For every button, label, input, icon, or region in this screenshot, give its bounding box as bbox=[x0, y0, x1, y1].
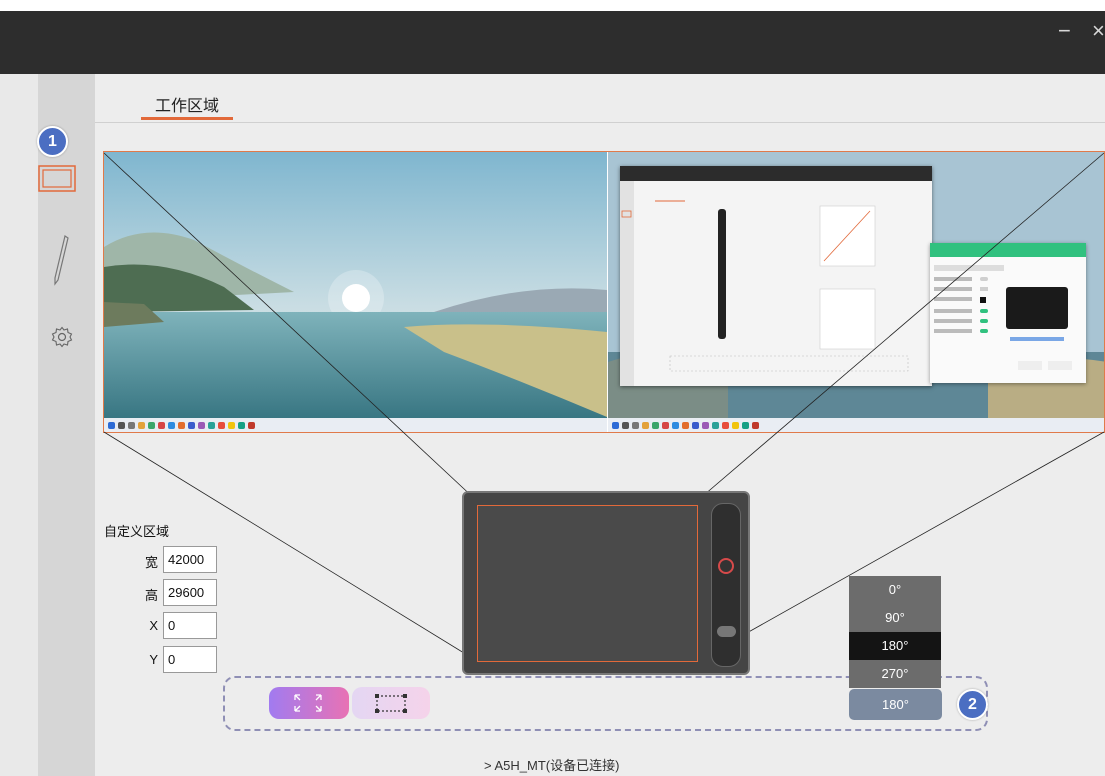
x-label: X bbox=[149, 618, 158, 633]
tab-divider bbox=[95, 122, 1105, 123]
expand-arrows-icon bbox=[294, 694, 322, 712]
tablet-active-area[interactable] bbox=[477, 505, 698, 662]
width-field[interactable] bbox=[163, 546, 217, 573]
rotation-option-90[interactable]: 90° bbox=[849, 604, 941, 632]
tablet-illustration bbox=[462, 491, 750, 675]
minimize-button[interactable]: − bbox=[1058, 19, 1071, 43]
y-field[interactable] bbox=[163, 646, 217, 673]
step-badge-2: 2 bbox=[957, 689, 988, 720]
rotation-select[interactable]: 180° bbox=[849, 689, 942, 720]
device-status-text: A5H_MT(设备已连接) bbox=[494, 758, 620, 773]
x-field[interactable] bbox=[163, 612, 217, 639]
selection-frame-icon bbox=[375, 694, 407, 713]
workarea-icon bbox=[38, 165, 76, 192]
screen-mapping-preview[interactable] bbox=[103, 151, 1105, 433]
rotation-option-0[interactable]: 0° bbox=[849, 576, 941, 604]
driver-window-thumbnail bbox=[620, 166, 932, 386]
wallpaper-lake-image bbox=[104, 152, 607, 432]
sidebar: 1 bbox=[37, 74, 95, 776]
app-window: − × 1 工作区域 自定义区域 宽 42000 高 29600 X 0 Y 0… bbox=[0, 11, 1105, 776]
height-field[interactable] bbox=[163, 579, 217, 606]
title-bar: − × bbox=[0, 11, 1105, 74]
tab-workarea[interactable]: 工作区域 bbox=[141, 92, 233, 116]
width-label: 宽 bbox=[144, 555, 158, 570]
sidebar-item-settings[interactable] bbox=[51, 326, 73, 348]
fit-area-button[interactable] bbox=[269, 687, 349, 719]
tablet-dial-icon bbox=[718, 558, 734, 574]
tab-active-indicator bbox=[141, 117, 233, 120]
monitor-2-preview[interactable] bbox=[607, 152, 1104, 432]
custom-area-title: 自定义区域 bbox=[104, 524, 170, 539]
tablet-key-icon bbox=[717, 626, 736, 637]
rotation-option-180[interactable]: 180° bbox=[849, 632, 941, 660]
sidebar-item-pen[interactable] bbox=[52, 234, 72, 286]
device-status[interactable]: > A5H_MT(设备已连接) bbox=[484, 755, 619, 774]
sidebar-item-workarea[interactable] bbox=[38, 162, 78, 196]
step-badge-1: 1 bbox=[37, 126, 68, 157]
monitor-1-preview[interactable] bbox=[104, 152, 607, 432]
pen-icon bbox=[54, 235, 69, 286]
taskbar-left bbox=[104, 418, 607, 432]
height-label: 高 bbox=[144, 588, 158, 603]
close-button[interactable]: × bbox=[1092, 19, 1105, 43]
settings-icon bbox=[51, 326, 73, 348]
custom-area-button[interactable] bbox=[352, 687, 430, 719]
taskbar-right bbox=[608, 418, 1104, 432]
rotation-option-270[interactable]: 270° bbox=[849, 660, 941, 688]
y-label: Y bbox=[149, 652, 158, 667]
settings-dialog-thumbnail bbox=[930, 243, 1086, 383]
rotation-dropdown-menu: 0° 90° 180° 270° bbox=[849, 576, 941, 688]
tablet-button-strip bbox=[711, 503, 741, 667]
chevron-right-icon: > bbox=[484, 758, 492, 773]
